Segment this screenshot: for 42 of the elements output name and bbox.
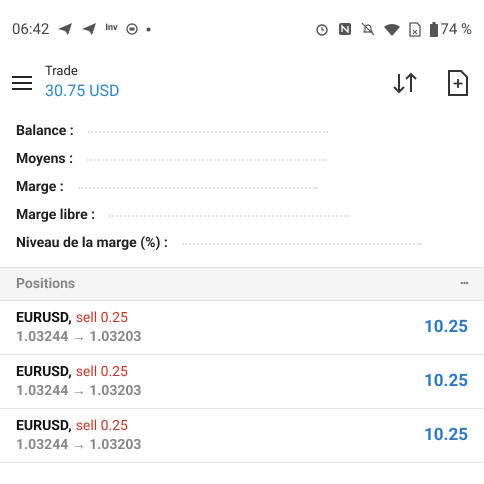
battery-icon — [430, 22, 438, 36]
summary-label: Marge libre : — [16, 206, 96, 225]
profit: 10.25 — [424, 316, 468, 339]
section-title: Positions — [16, 274, 76, 294]
nfc-icon — [338, 22, 352, 36]
sort-button[interactable] — [392, 72, 418, 94]
paper-plane-icon — [81, 22, 98, 36]
profit: 10.25 — [424, 370, 468, 393]
order-side: sell 0.25 — [76, 308, 128, 328]
battery-percentage: 74 % — [440, 18, 472, 40]
symbol: EURUSD, — [16, 308, 72, 328]
app-notification-label: Inv — [105, 22, 118, 36]
summary-label: Balance : — [16, 122, 74, 141]
clock: 06:42 — [12, 18, 50, 40]
profit: 10.25 — [424, 424, 468, 447]
account-balance: 30.75 USD — [45, 80, 121, 102]
symbol: EURUSD, — [16, 416, 72, 436]
more-button[interactable]: ••• — [460, 276, 468, 292]
dot-icon — [146, 26, 151, 32]
alarm-icon — [315, 22, 330, 36]
muted-bell-icon — [361, 22, 376, 36]
price-range: 1.03244 → 1.03203 — [16, 382, 142, 400]
sim-icon — [409, 22, 422, 36]
add-document-icon — [448, 70, 468, 96]
summary-label: Niveau de la marge (%) : — [16, 234, 168, 253]
order-side: sell 0.25 — [76, 416, 128, 436]
position-row[interactable]: EURUSD, sell 0.25 1.03244 → 1.03203 10.25 — [0, 409, 484, 463]
position-row[interactable]: EURUSD, sell 0.25 1.03244 → 1.03203 10.25 — [0, 355, 484, 409]
circle-icon — [126, 23, 138, 35]
menu-button[interactable] — [12, 76, 34, 90]
symbol: EURUSD, — [16, 362, 72, 382]
position-row[interactable]: EURUSD, sell 0.25 1.03244 → 1.03203 10.25 — [0, 301, 484, 355]
new-order-button[interactable] — [448, 70, 468, 96]
price-range: 1.03244 → 1.03203 — [16, 436, 142, 454]
screen-title: Trade — [45, 64, 79, 80]
summary-label: Marge : — [16, 178, 64, 197]
sort-arrows-icon — [392, 72, 418, 94]
summary-label: Moyens : — [16, 150, 74, 169]
price-range: 1.03244 → 1.03203 — [16, 328, 142, 346]
paper-plane-icon — [57, 22, 74, 36]
wifi-icon — [384, 22, 400, 36]
order-side: sell 0.25 — [76, 362, 128, 382]
